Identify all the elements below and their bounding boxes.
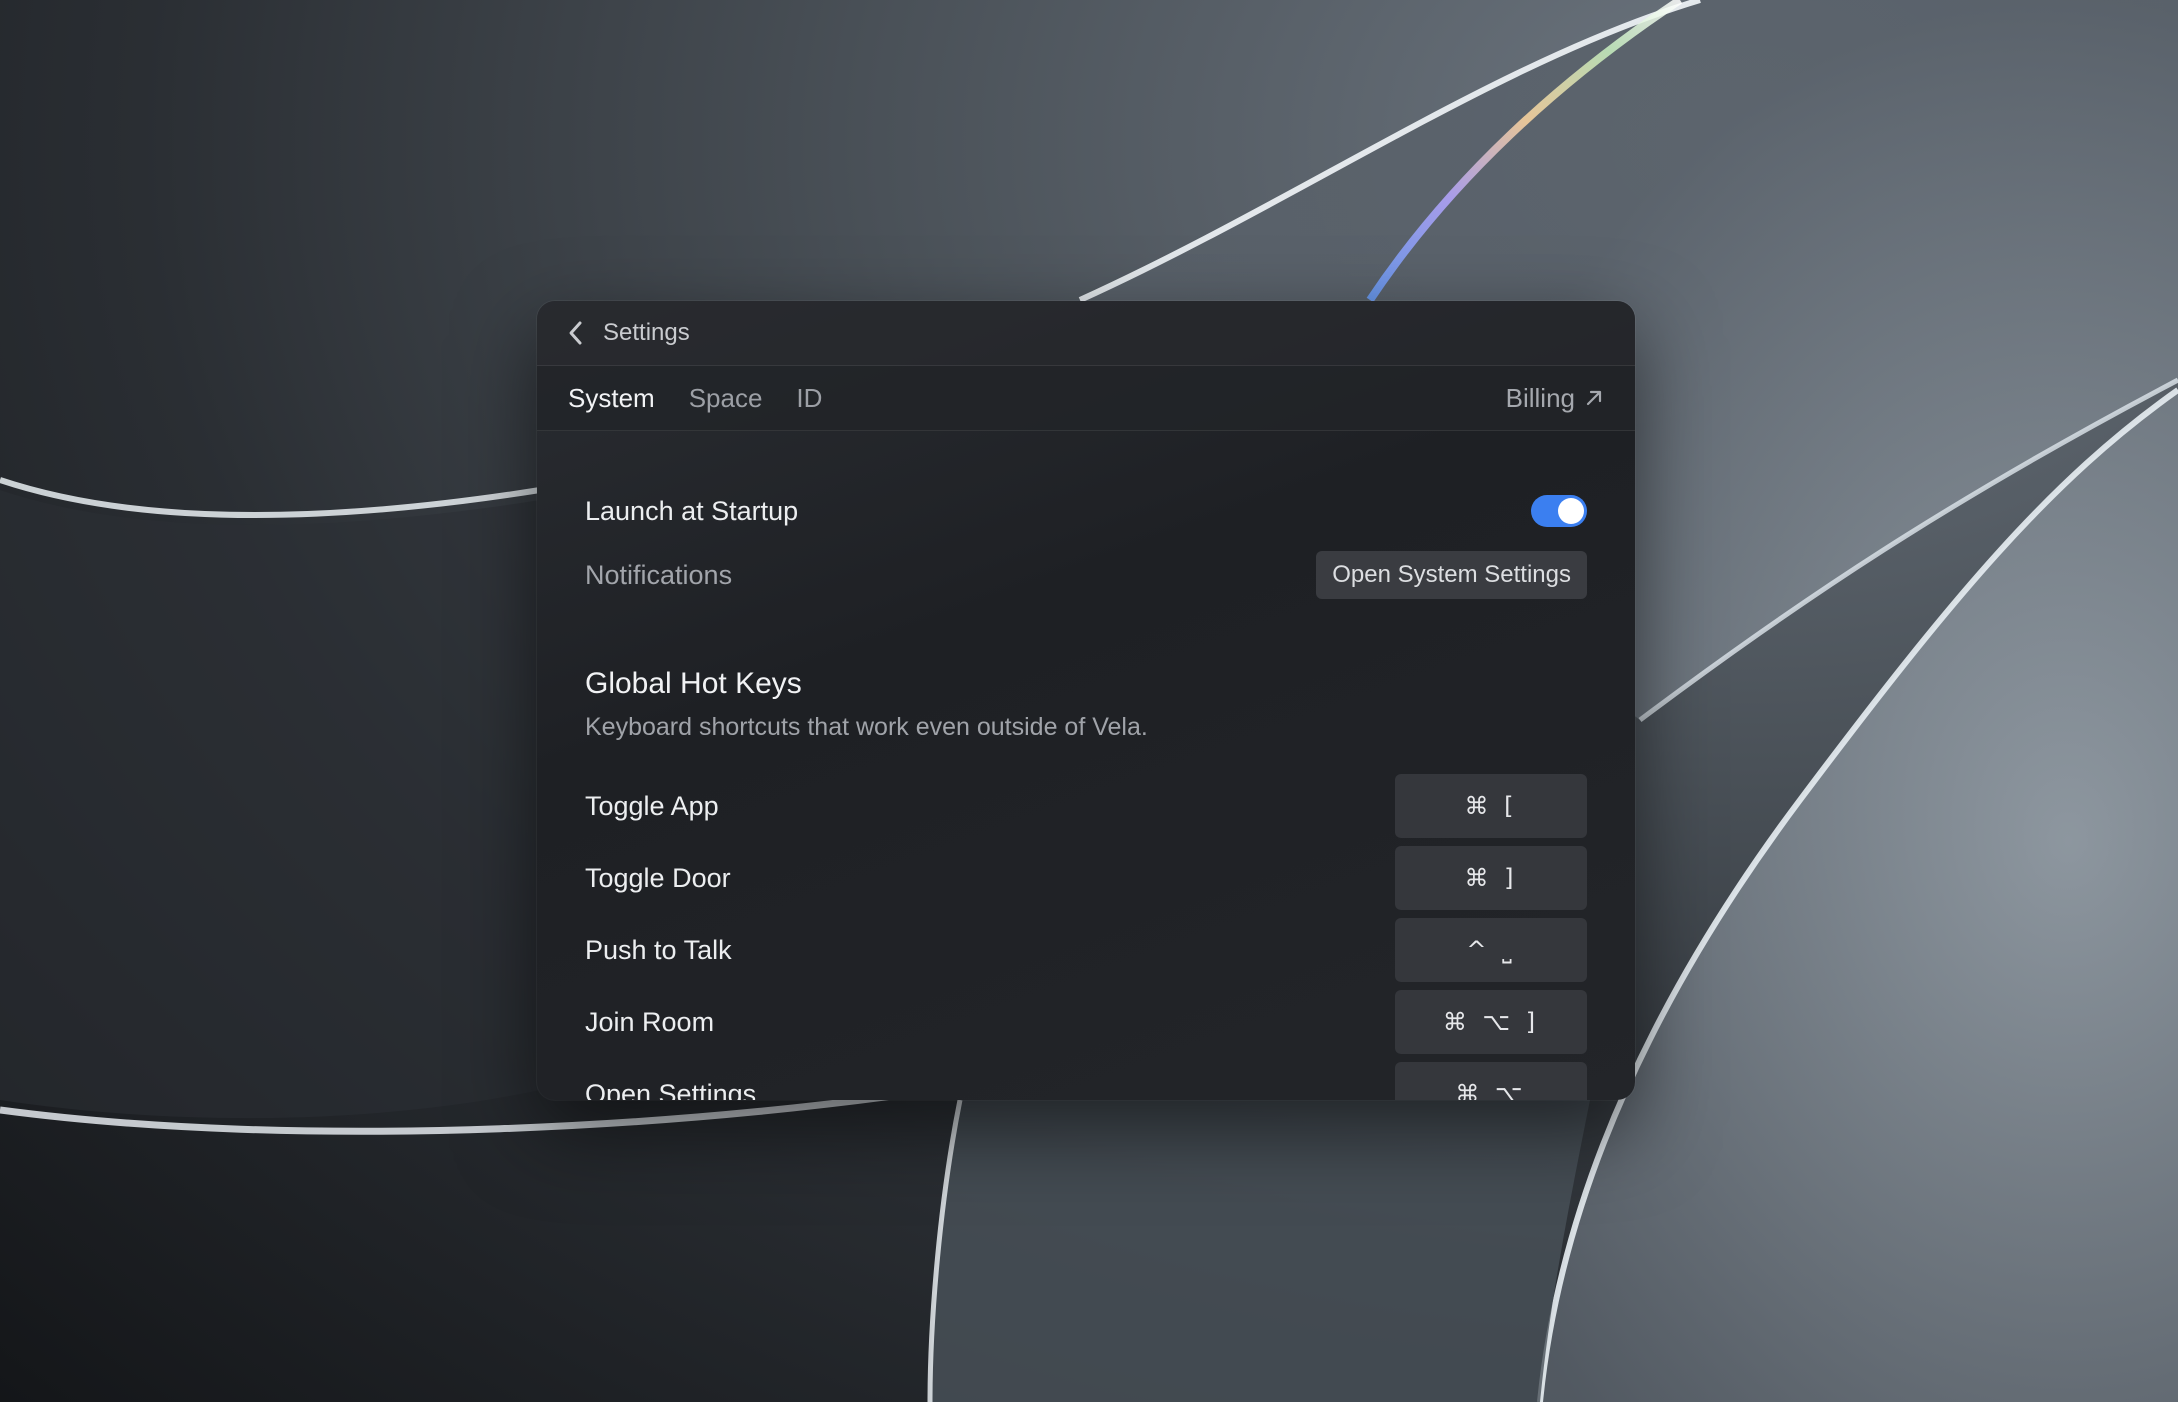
chevron-left-icon	[569, 321, 582, 345]
external-arrow-icon	[1586, 390, 1602, 406]
hotkey-row-join-room: Join Room ⌘ ⌥ ]	[585, 990, 1587, 1054]
hotkeys-section-title: Global Hot Keys	[585, 667, 802, 700]
hotkey-shortcut-field[interactable]: ⌘ ]	[1395, 846, 1587, 910]
hotkey-row-push-to-talk: Push to Talk ^ ⎵	[585, 918, 1587, 982]
tab-system[interactable]: System	[568, 383, 655, 414]
tab-bar: System Space ID Billing	[537, 366, 1635, 431]
notifications-row: Notifications Open System Settings	[585, 547, 1587, 603]
back-button[interactable]	[561, 318, 591, 348]
hotkey-row-toggle-app: Toggle App ⌘ [	[585, 774, 1587, 838]
hotkey-row-open-settings: Open Settings ⌘ ⌥	[585, 1062, 1587, 1100]
hotkey-label: Toggle Door	[585, 862, 731, 893]
hotkey-label: Open Settings	[585, 1078, 757, 1101]
hotkey-row-toggle-door: Toggle Door ⌘ ]	[585, 846, 1587, 910]
launch-at-startup-toggle[interactable]	[1531, 495, 1587, 527]
launch-at-startup-row: Launch at Startup	[585, 483, 1587, 539]
billing-label: Billing	[1505, 382, 1575, 413]
billing-link[interactable]: Billing	[1506, 383, 1603, 414]
hotkeys-section-description: Keyboard shortcuts that work even outsid…	[585, 713, 1148, 741]
hotkey-label: Push to Talk	[585, 934, 732, 965]
hotkey-shortcut-field[interactable]: ^ ⎵	[1395, 918, 1587, 982]
window-title: Settings	[603, 319, 690, 346]
title-bar: Settings	[537, 301, 1635, 366]
toggle-knob	[1558, 498, 1584, 524]
hotkey-label: Join Room	[585, 1006, 715, 1037]
hotkey-shortcut-field[interactable]: ⌘ ⌥	[1395, 1062, 1587, 1100]
hotkey-label: Toggle App	[585, 790, 719, 821]
tab-id[interactable]: ID	[796, 383, 822, 414]
launch-at-startup-label: Launch at Startup	[585, 495, 799, 526]
settings-content: Launch at Startup Notifications Open Sys…	[537, 483, 1635, 1100]
tab-space[interactable]: Space	[689, 383, 763, 414]
hotkeys-list: Toggle App ⌘ [ Toggle Door ⌘ ] Push to T…	[585, 774, 1587, 1100]
notifications-label: Notifications	[585, 559, 733, 590]
hotkey-shortcut-field[interactable]: ⌘ ⌥ ]	[1395, 990, 1587, 1054]
open-system-settings-button[interactable]: Open System Settings	[1316, 551, 1587, 599]
hotkey-shortcut-field[interactable]: ⌘ [	[1395, 774, 1587, 838]
settings-window: Settings System Space ID Billing Launch …	[537, 301, 1635, 1100]
